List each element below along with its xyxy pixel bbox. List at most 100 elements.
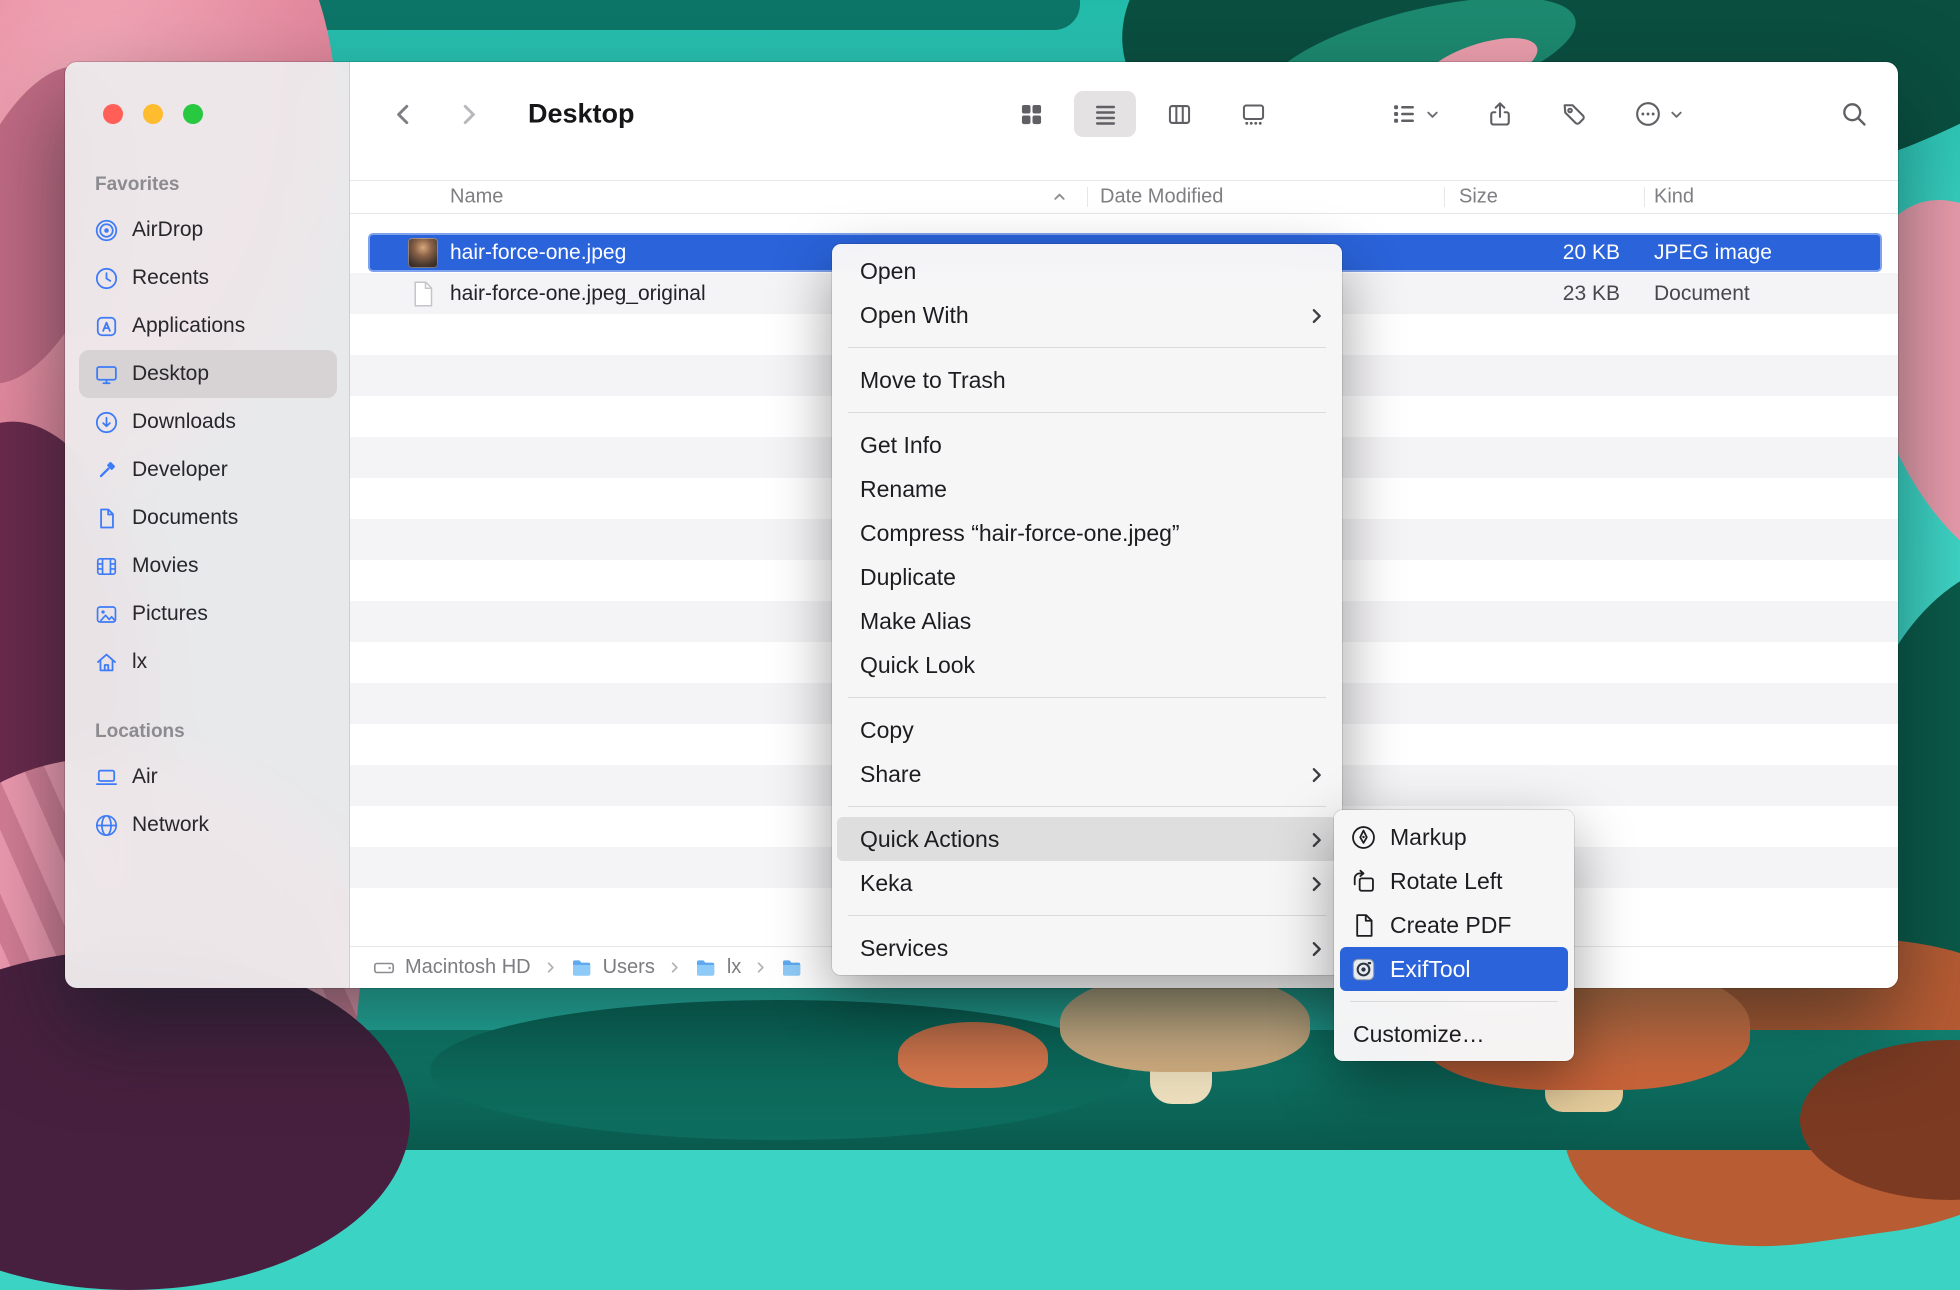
rotate-left-icon xyxy=(1350,868,1377,895)
column-header-kind[interactable]: Kind xyxy=(1654,186,1694,209)
columns-view-icon xyxy=(1166,101,1193,128)
chevron-right-icon xyxy=(753,960,768,975)
submenu-item-create-pdf[interactable]: Create PDF xyxy=(1340,903,1568,947)
menu-item-quick-look[interactable]: Quick Look xyxy=(837,643,1337,687)
sidebar-item-label: Downloads xyxy=(132,410,236,434)
toolbar-actions xyxy=(1390,100,1684,128)
airdrop-icon xyxy=(94,218,119,243)
sidebar-item-network[interactable]: Network xyxy=(79,801,337,849)
menu-item-label: Duplicate xyxy=(860,564,956,591)
sidebar-item-label: AirDrop xyxy=(132,218,203,242)
chevron-right-icon xyxy=(1308,831,1325,848)
gallery-view-icon xyxy=(1240,101,1267,128)
group-button[interactable] xyxy=(1390,100,1440,128)
column-header-name[interactable]: Name xyxy=(450,186,503,209)
sidebar-item-label: Desktop xyxy=(132,362,209,386)
jpeg-thumbnail-icon xyxy=(408,238,438,268)
menu-item-move-to-trash[interactable]: Move to Trash xyxy=(837,358,1337,402)
submenu-item-customize[interactable]: Customize… xyxy=(1340,1012,1568,1056)
menu-item-open[interactable]: Open xyxy=(837,249,1337,293)
menu-item-label: Share xyxy=(860,761,921,788)
documents-icon xyxy=(94,506,119,531)
folder-icon xyxy=(694,956,718,980)
menu-item-rename[interactable]: Rename xyxy=(837,467,1337,511)
menu-item-share[interactable]: Share xyxy=(837,752,1337,796)
menu-item-keka[interactable]: Keka xyxy=(837,861,1337,905)
path-item-macintosh-hd[interactable]: Macintosh HD xyxy=(372,956,531,980)
share-button[interactable] xyxy=(1486,100,1514,128)
sidebar-item-recents[interactable]: Recents xyxy=(79,254,337,302)
submenu-item-markup[interactable]: Markup xyxy=(1340,815,1568,859)
group-icon xyxy=(1390,100,1418,128)
minimize-button[interactable] xyxy=(143,104,163,124)
menu-item-label: Compress “hair-force-one.jpeg” xyxy=(860,520,1180,547)
columns-view-button[interactable] xyxy=(1148,91,1210,137)
search-button[interactable] xyxy=(1840,100,1868,128)
file-kind: JPEG image xyxy=(1654,241,1772,265)
menu-separator xyxy=(848,412,1326,413)
gallery-view-button[interactable] xyxy=(1222,91,1284,137)
column-header-date-modified[interactable]: Date Modified xyxy=(1100,186,1223,209)
create-pdf-icon xyxy=(1350,912,1377,939)
path-item-users[interactable]: Users xyxy=(570,956,655,980)
sidebar-item-home[interactable]: lx xyxy=(79,638,337,686)
sidebar-item-airdrop[interactable]: AirDrop xyxy=(79,206,337,254)
close-button[interactable] xyxy=(103,104,123,124)
submenu-item-label: Create PDF xyxy=(1390,912,1511,939)
path-item-lx[interactable]: lx xyxy=(694,956,741,980)
path-item-folder[interactable] xyxy=(780,956,804,980)
menu-item-open-with[interactable]: Open With xyxy=(837,293,1337,337)
sidebar-item-applications[interactable]: Applications xyxy=(79,302,337,350)
menu-item-label: Services xyxy=(860,935,948,962)
more-actions-button[interactable] xyxy=(1634,100,1684,128)
path-item-label: lx xyxy=(727,956,741,979)
film-icon xyxy=(94,554,119,579)
menu-item-compress[interactable]: Compress “hair-force-one.jpeg” xyxy=(837,511,1337,555)
chevron-right-icon xyxy=(1308,940,1325,957)
menu-item-make-alias[interactable]: Make Alias xyxy=(837,599,1337,643)
menu-separator xyxy=(848,697,1326,698)
sidebar-item-documents[interactable]: Documents xyxy=(79,494,337,542)
menu-item-label: Rename xyxy=(860,476,947,503)
path-item-label: Users xyxy=(603,956,655,979)
back-button[interactable] xyxy=(388,99,418,129)
sidebar-item-desktop[interactable]: Desktop xyxy=(79,350,337,398)
sidebar-item-label: Air xyxy=(132,765,158,789)
forward-chevron-icon xyxy=(454,99,484,129)
sidebar-item-pictures[interactable]: Pictures xyxy=(79,590,337,638)
back-chevron-icon xyxy=(388,99,418,129)
tags-button[interactable] xyxy=(1560,100,1588,128)
clock-icon xyxy=(94,266,119,291)
menu-item-label: Keka xyxy=(860,870,912,897)
column-divider[interactable] xyxy=(1644,187,1645,207)
sidebar-item-downloads[interactable]: Downloads xyxy=(79,398,337,446)
submenu-item-exiftool[interactable]: ExifTool xyxy=(1340,947,1568,991)
sidebar-item-developer[interactable]: Developer xyxy=(79,446,337,494)
sidebar-item-label: Applications xyxy=(132,314,245,338)
menu-item-quick-actions[interactable]: Quick Actions xyxy=(837,817,1337,861)
chevron-right-icon xyxy=(1308,307,1325,324)
menu-item-get-info[interactable]: Get Info xyxy=(837,423,1337,467)
column-header-size[interactable]: Size xyxy=(1459,186,1498,209)
column-divider[interactable] xyxy=(1087,187,1088,207)
list-view-icon xyxy=(1092,101,1119,128)
sidebar-item-label: lx xyxy=(132,650,147,674)
zoom-button[interactable] xyxy=(183,104,203,124)
markup-icon xyxy=(1350,824,1377,851)
submenu-item-rotate-left[interactable]: Rotate Left xyxy=(1340,859,1568,903)
document-file-icon xyxy=(408,279,438,309)
submenu-item-label: Customize… xyxy=(1353,1021,1485,1048)
downloads-icon xyxy=(94,410,119,435)
forward-button[interactable] xyxy=(454,99,484,129)
sidebar-item-air[interactable]: Air xyxy=(79,753,337,801)
column-divider[interactable] xyxy=(1444,187,1445,207)
grid-view-icon xyxy=(1018,101,1045,128)
laptop-icon xyxy=(94,765,119,790)
list-view-button[interactable] xyxy=(1074,91,1136,137)
grid-view-button[interactable] xyxy=(1000,91,1062,137)
sidebar-item-movies[interactable]: Movies xyxy=(79,542,337,590)
menu-item-copy[interactable]: Copy xyxy=(837,708,1337,752)
menu-item-duplicate[interactable]: Duplicate xyxy=(837,555,1337,599)
photos-icon xyxy=(94,602,119,627)
menu-item-services[interactable]: Services xyxy=(837,926,1337,970)
